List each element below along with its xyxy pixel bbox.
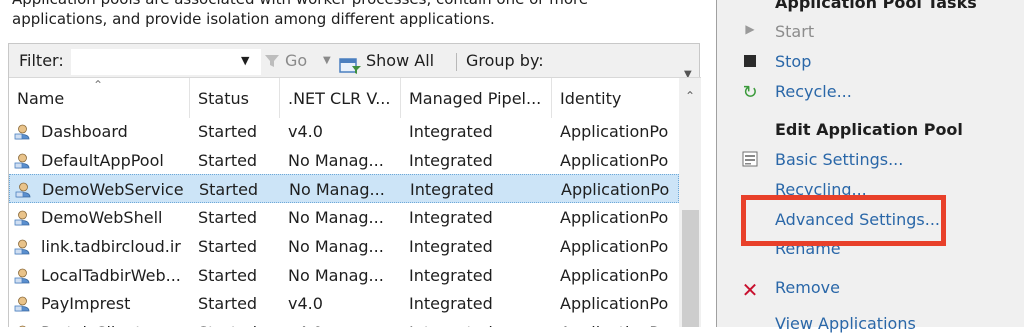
app-pool-icon xyxy=(14,267,31,284)
cell-status: Started xyxy=(198,208,258,228)
app-pool-icon xyxy=(14,152,31,169)
table-header: Name ⌃ Status .NET CLR V... Managed Pipe… xyxy=(9,77,701,118)
cell-clr: No Manag... xyxy=(289,180,385,200)
table-row[interactable]: DemoWebShell Started No Manag... Integrated… xyxy=(9,203,679,232)
cell-name: PortalsClient xyxy=(41,318,191,327)
table-row[interactable]: link.tadbircloud.ir Started No Manag... Int… xyxy=(9,232,679,261)
cell-clr: v4.0 xyxy=(288,122,323,141)
go-dropdown-icon[interactable]: ▼ xyxy=(323,44,331,78)
app-pool-icon xyxy=(14,123,31,140)
cell-name: DefaultAppPool xyxy=(41,150,164,170)
funnel-icon xyxy=(263,44,283,78)
app-pools-table: Name ⌃ Status .NET CLR V... Managed Pipe… xyxy=(8,77,701,327)
cell-pipeline: Integrated xyxy=(409,122,493,141)
cell-status: Started xyxy=(198,150,258,170)
description-line-1: Application pools are associated with wo… xyxy=(12,0,712,9)
app-pool-icon xyxy=(14,295,31,312)
table-row[interactable]: LocalTadbirWeb... Started No Manag... Integ… xyxy=(9,261,679,290)
cell-pipeline: Integrated xyxy=(409,236,493,256)
cell-status: Started xyxy=(198,236,258,256)
edit-pool-heading: Edit Application Pool xyxy=(775,120,963,139)
app-pool-icon xyxy=(14,209,31,226)
basic-settings-icon xyxy=(741,150,759,168)
cell-pipeline: Integrated xyxy=(409,150,493,170)
filter-label: Filter: xyxy=(19,51,64,70)
table-row[interactable]: PayImprest Started v4.0 Integrated Applicati… xyxy=(9,289,679,318)
sort-ascending-icon: ⌃ xyxy=(93,78,104,92)
cell-clr: No Manag... xyxy=(288,236,384,256)
page-description: Application pools are associated with wo… xyxy=(12,0,712,29)
start-icon: ▶ xyxy=(745,22,755,36)
cell-clr: v4.0 xyxy=(288,318,400,327)
vertical-scrollbar[interactable]: ⌃ xyxy=(679,78,701,327)
app-pool-icon xyxy=(14,238,31,255)
column-header-status[interactable]: Status xyxy=(190,78,280,118)
toolbar-separator xyxy=(456,53,457,71)
cell-name: Dashboard xyxy=(41,122,128,141)
cell-identity: ApplicationPo xyxy=(561,180,670,200)
recycle-icon: ↻ xyxy=(742,82,758,103)
show-all-icon xyxy=(339,53,363,74)
stop-action[interactable]: Stop xyxy=(775,52,811,71)
cell-identity: ApplicationPo xyxy=(560,265,669,285)
table-row[interactable]: DemoWebService Started No Manag... Integrat… xyxy=(9,174,679,204)
cell-clr: No Manag... xyxy=(288,208,384,228)
filter-input[interactable] xyxy=(71,49,261,75)
cell-clr: No Manag... xyxy=(288,265,384,285)
remove-action[interactable]: Remove xyxy=(775,278,840,297)
filter-dropdown-icon[interactable]: ▼ xyxy=(241,44,249,78)
cell-name: LocalTadbirWeb... xyxy=(41,265,181,285)
cell-clr: No Manag... xyxy=(288,150,384,170)
cell-identity: ApplicationPo xyxy=(560,122,669,141)
recycle-action[interactable]: Recycle... xyxy=(775,82,852,101)
cell-clr: v4.0 xyxy=(288,294,323,314)
cell-status: Started xyxy=(198,122,258,141)
cell-identity: ApplicationPo xyxy=(560,294,669,314)
cell-pipeline: Integrated xyxy=(409,208,493,228)
cell-identity: ApplicationPo xyxy=(560,236,669,256)
filter-toolbar: Filter: ▼ Go ▼ Show All Group by: ▼ xyxy=(8,43,700,80)
cell-pipeline: Integrated xyxy=(409,294,493,314)
column-header-clr[interactable]: .NET CLR V... xyxy=(280,78,401,118)
start-action[interactable]: Start xyxy=(775,22,814,41)
cell-status: Started xyxy=(198,318,280,327)
cell-pipeline: Integrated xyxy=(410,180,494,200)
description-line-2: applications, and provide isolation amon… xyxy=(12,10,495,28)
cell-identity: ApplicationPo xyxy=(560,150,669,170)
show-all-button[interactable]: Show All xyxy=(366,44,434,78)
view-applications-action[interactable]: View Applications xyxy=(775,314,916,333)
cell-name: link.tadbircloud.ir xyxy=(41,236,181,256)
cell-name: DemoWebService xyxy=(42,180,184,200)
table-row[interactable]: DefaultAppPool Started No Manag... Integrat… xyxy=(9,146,679,175)
column-header-name[interactable]: Name ⌃ xyxy=(9,78,190,118)
pool-tasks-heading: Application Pool Tasks xyxy=(775,0,977,12)
table-row[interactable]: Dashboard Started v4.0 Integrated Applicatio… xyxy=(9,117,679,146)
go-button[interactable]: Go xyxy=(285,44,307,78)
column-header-identity[interactable]: Identity xyxy=(552,78,679,118)
cell-name: PayImprest xyxy=(41,294,131,314)
cell-status: Started xyxy=(198,265,258,285)
cell-pipeline: Integrated xyxy=(409,318,549,327)
cell-identity: ApplicationPo xyxy=(560,208,669,228)
basic-settings-action[interactable]: Basic Settings... xyxy=(775,150,903,169)
table-row[interactable]: PortalsClient Started v4.0 Integrated Applic… xyxy=(9,318,679,327)
cell-status: Started xyxy=(199,180,259,200)
actions-pane: Application Pool Tasks ▶ Start Stop ↻ Re… xyxy=(717,0,1024,333)
remove-icon: ✕ xyxy=(741,278,759,302)
cell-identity: ApplicationPo xyxy=(560,318,679,327)
scroll-up-icon[interactable]: ⌃ xyxy=(679,78,701,114)
column-header-pipeline[interactable]: Managed Pipel... xyxy=(401,78,552,118)
scrollbar-thumb[interactable] xyxy=(682,210,699,327)
group-by-label[interactable]: Group by: xyxy=(466,44,544,78)
stop-icon xyxy=(741,52,759,70)
cell-name: DemoWebShell xyxy=(41,208,163,228)
cell-status: Started xyxy=(198,294,258,314)
highlight-annotation-box xyxy=(741,195,946,246)
app-pool-icon xyxy=(15,181,32,198)
cell-pipeline: Integrated xyxy=(409,265,493,285)
